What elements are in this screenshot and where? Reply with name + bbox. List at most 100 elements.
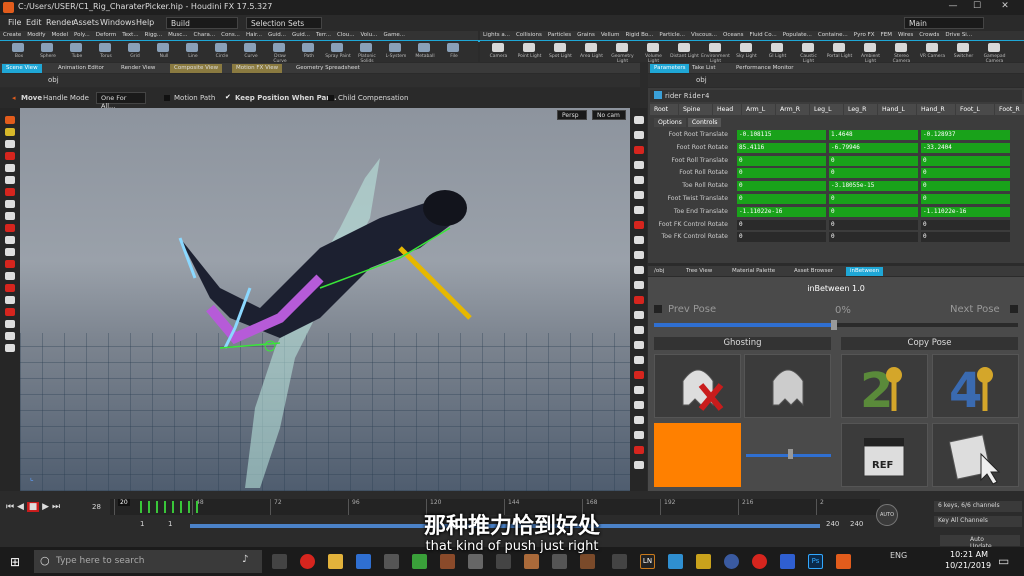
parameter-value-field[interactable]: 0 <box>829 194 918 204</box>
right-path[interactable]: obj <box>696 76 707 84</box>
app-icon[interactable] <box>412 554 427 569</box>
shelf-tool-icon[interactable] <box>833 43 845 52</box>
group-tab[interactable]: Leg_R <box>844 104 877 115</box>
shelf-tool-icon[interactable] <box>70 43 82 52</box>
display-option-icon[interactable] <box>634 371 644 379</box>
shelf-tab[interactable]: Populate... <box>780 31 815 39</box>
parameter-value-field[interactable]: -0.128937 <box>921 130 1010 140</box>
child-comp-checkbox[interactable] <box>328 95 334 101</box>
main-dropdown[interactable]: Main <box>904 17 984 29</box>
tool-icon[interactable] <box>5 236 15 244</box>
3d-viewport[interactable]: Persp No cam ⌞ <box>20 108 630 491</box>
parameter-value-field[interactable]: 0 <box>737 168 826 179</box>
shelf-tool-icon[interactable] <box>492 43 504 52</box>
parameter-value-field[interactable]: -33.2404 <box>921 142 1010 153</box>
shelf-tool-icon[interactable] <box>554 43 566 52</box>
parameter-value-field[interactable]: 0 <box>829 155 918 166</box>
shelf-tool-icon[interactable] <box>988 43 1000 52</box>
shelf-tool-icon[interactable] <box>360 43 372 52</box>
shelf-tool-icon[interactable] <box>709 43 721 52</box>
shelf-tab[interactable]: Oceans <box>720 31 746 39</box>
parameter-value-field[interactable]: 0 <box>921 219 1010 230</box>
tool-icon[interactable] <box>5 164 15 172</box>
shelf-tab[interactable]: Drive Si... <box>942 31 975 39</box>
parameter-value-field[interactable]: -1.11022e-16 <box>737 206 826 217</box>
shelf-tool-icon[interactable] <box>447 43 459 52</box>
parameter-value-field[interactable]: 1.4648 <box>829 130 918 140</box>
shelf-tab[interactable]: Volu... <box>357 31 380 39</box>
ghost-off-button[interactable] <box>654 354 741 418</box>
minimize-button[interactable]: — <box>946 1 960 13</box>
motion-path-checkbox[interactable] <box>164 95 170 101</box>
parameter-value-field[interactable]: 0 <box>737 232 826 243</box>
tool-icon[interactable] <box>5 320 15 328</box>
group-tab[interactable]: Hand_R <box>917 104 955 115</box>
shelf-tool-icon[interactable] <box>99 43 111 52</box>
display-option-icon[interactable] <box>634 461 644 469</box>
tool-icon[interactable] <box>5 296 15 304</box>
shelf-tool-icon[interactable] <box>186 43 198 52</box>
shelf-tool-icon[interactable] <box>678 43 690 52</box>
display-option-icon[interactable] <box>634 206 644 214</box>
windows-start-icon[interactable]: ⊞ <box>10 555 20 569</box>
parameter-value-field[interactable]: 0 <box>737 194 826 204</box>
parameter-value-field[interactable]: 0 <box>829 168 918 179</box>
shelf-tool-icon[interactable] <box>740 43 752 52</box>
display-option-icon[interactable] <box>634 416 644 424</box>
display-option-icon[interactable] <box>634 266 644 274</box>
ghost-on-button[interactable] <box>744 354 831 418</box>
pose-slider-handle[interactable] <box>831 320 837 330</box>
app-icon[interactable] <box>468 554 483 569</box>
display-option-icon[interactable] <box>634 281 644 289</box>
close-button[interactable]: ✕ <box>998 1 1012 13</box>
group-tab[interactable]: Leg_L <box>810 104 843 115</box>
display-option-icon[interactable] <box>634 356 644 364</box>
shelf-tab[interactable]: Containe... <box>815 31 851 39</box>
group-tab[interactable]: Foot_L <box>956 104 994 115</box>
shelf-tool-icon[interactable] <box>157 43 169 52</box>
shelf-tab[interactable]: Rigg... <box>142 31 166 39</box>
shelf-tab[interactable]: Hair... <box>243 31 265 39</box>
file-explorer-icon[interactable] <box>328 554 343 569</box>
tab-animation-editor[interactable]: Animation Editor <box>54 64 108 73</box>
character-rig-scene[interactable]: ⌞ <box>20 108 630 491</box>
group-tab[interactable]: Hand_L <box>878 104 916 115</box>
parameter-value-field[interactable]: -6.79946 <box>829 142 918 153</box>
shelf-tab[interactable]: Viscous... <box>688 31 720 39</box>
shelf-tool-icon[interactable] <box>302 43 314 52</box>
tool-icon[interactable] <box>5 284 15 292</box>
clock-date[interactable]: 10/21/2019 <box>945 561 991 570</box>
shelf-tab[interactable]: Cons... <box>218 31 243 39</box>
app-icon[interactable] <box>612 554 627 569</box>
display-option-icon[interactable] <box>634 296 644 304</box>
tab-render-view[interactable]: Render View <box>117 64 159 73</box>
shelf-tab[interactable]: Collisions <box>513 31 545 39</box>
copy-pose-2-button[interactable]: 2 <box>841 354 928 419</box>
group-tab[interactable]: Spine <box>679 104 712 115</box>
shelf-tool-icon[interactable] <box>273 43 285 52</box>
tab-controls[interactable]: Controls <box>687 118 722 127</box>
parameter-value-field[interactable]: 0 <box>737 181 826 192</box>
group-tab[interactable]: Head <box>713 104 741 115</box>
shelf-tab[interactable]: Guid... <box>289 31 313 39</box>
parameter-value-field[interactable]: 85.4116 <box>737 142 826 153</box>
shelf-tool-icon[interactable] <box>215 43 227 52</box>
parameter-value-field[interactable]: 0 <box>921 181 1010 192</box>
task-view-icon[interactable] <box>272 554 287 569</box>
shelf-tool-icon[interactable] <box>389 43 401 52</box>
shelf-tab[interactable]: Terr... <box>313 31 334 39</box>
select-pose-button[interactable] <box>932 423 1019 487</box>
selection-sets-dropdown[interactable]: Selection Sets <box>246 17 322 29</box>
display-option-icon[interactable] <box>634 251 644 259</box>
shelf-tab[interactable]: Clou... <box>334 31 357 39</box>
shelf-tab[interactable]: Crowds <box>916 31 942 39</box>
app-icon[interactable] <box>440 554 455 569</box>
shelf-tool-icon[interactable] <box>585 43 597 52</box>
tab-performance-monitor[interactable]: Performance Monitor <box>732 64 798 73</box>
shelf-tool-icon[interactable] <box>41 43 53 52</box>
parameter-value-field[interactable]: -3.18055e-15 <box>829 181 918 192</box>
parameter-value-field[interactable]: 0 <box>829 206 918 217</box>
display-option-icon[interactable] <box>634 431 644 439</box>
parameter-value-field[interactable]: 0 <box>921 194 1010 204</box>
tool-icon[interactable] <box>5 200 15 208</box>
